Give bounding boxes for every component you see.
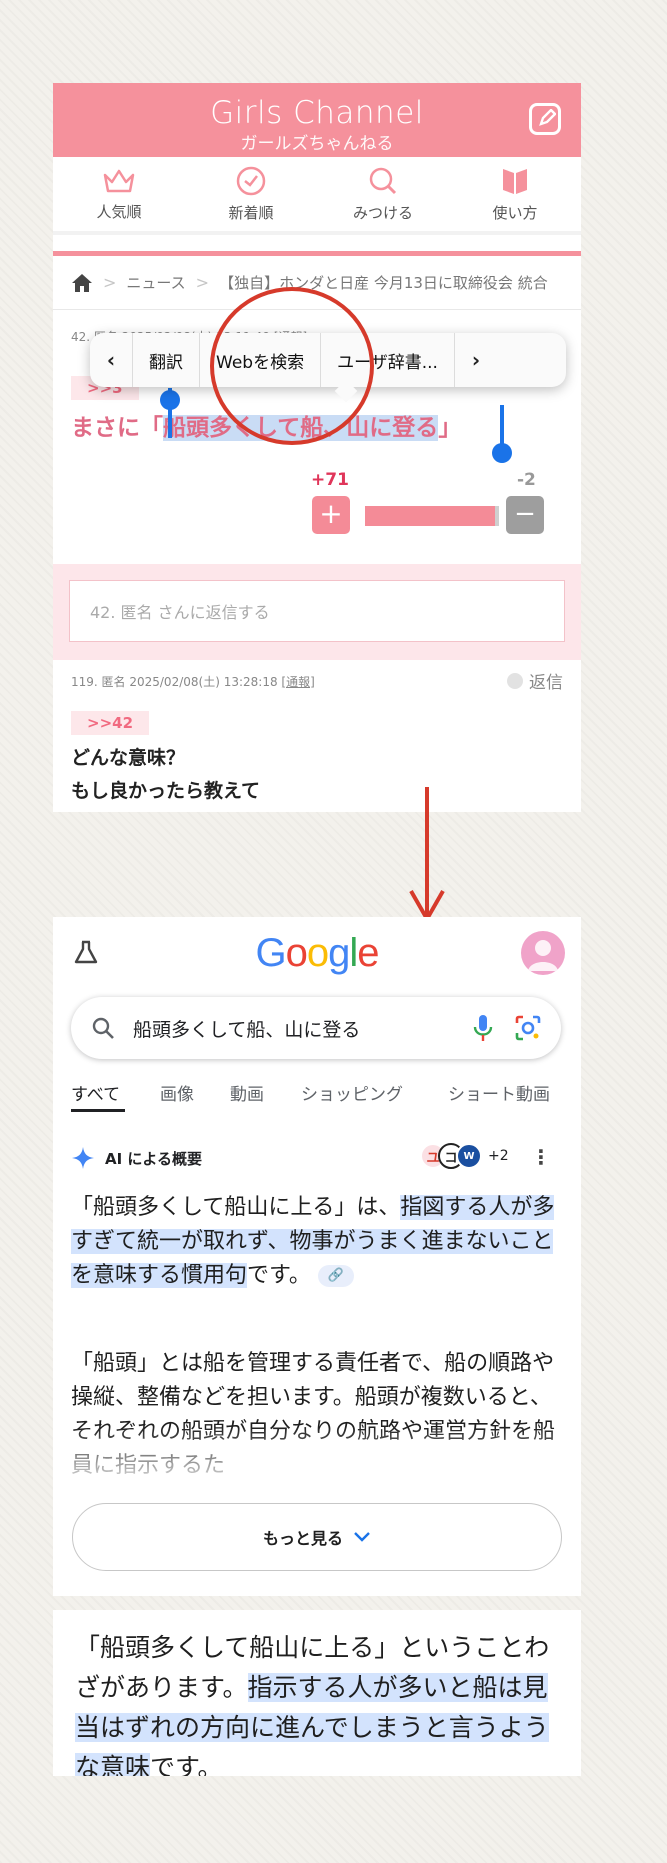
google-logo-letter: o <box>306 931 329 975</box>
book-icon <box>503 168 527 194</box>
google-header: Google <box>53 917 581 997</box>
nav-newest[interactable]: 新着順 <box>185 157 317 231</box>
avatar[interactable] <box>521 931 565 975</box>
crown-icon <box>103 169 135 192</box>
reply-dot-icon <box>507 672 523 689</box>
ai-overview-label: AI による概要 <box>105 1149 202 1168</box>
chevron-right-icon: > <box>195 273 210 292</box>
site-header: Girls Channel ガールズちゃんねる <box>53 83 581 157</box>
link-chip-icon[interactable]: 🔗 <box>317 1265 354 1287</box>
nav-newest-label: 新着順 <box>228 203 274 222</box>
tab-videos[interactable]: 動画 <box>230 1080 264 1105</box>
selection-handle-end-knob[interactable] <box>492 443 512 463</box>
clock-check-icon <box>236 166 266 195</box>
nav-howto[interactable]: 使い方 <box>449 157 581 231</box>
plus-button[interactable]: + <box>312 496 350 534</box>
reply-anchor[interactable]: >>42 <box>71 711 150 735</box>
search-icon <box>92 1017 114 1039</box>
annotation-circle <box>210 287 374 445</box>
plus-count: +71 <box>311 470 349 490</box>
ai-overview-header: AI による概要 <box>71 1146 202 1170</box>
note-text-b: です。 <box>150 1753 223 1776</box>
note-text: 「船頭多くして船山に上る」ということわざがあります。指示する人が多いと船は見当は… <box>75 1628 559 1776</box>
reply-button[interactable]: 返信 <box>507 668 563 693</box>
microphone-icon[interactable] <box>473 1014 493 1042</box>
summary-text-end: です。 <box>247 1263 311 1288</box>
google-logo-letter: g <box>328 931 350 975</box>
ai-sources[interactable]: ユ コ W +2 <box>420 1143 509 1169</box>
minus-button[interactable]: − <box>506 496 544 534</box>
menu-next-button[interactable]: › <box>455 348 497 372</box>
comment-text-suffix: 」 <box>438 415 462 441</box>
summary-text: 「船頭多くして船山に上る」は、 <box>71 1195 401 1220</box>
google-lens-icon[interactable] <box>515 1015 541 1041</box>
reply-label: 返信 <box>529 673 563 693</box>
plus-sign: + <box>319 497 343 530</box>
site-logo-sub: ガールズちゃんねる <box>240 134 394 154</box>
girls-channel-screen: Girls Channel ガールズちゃんねる 人気順 新着順 みつける 使い方… <box>53 83 581 812</box>
nav-popular[interactable]: 人気順 <box>53 157 185 231</box>
menu-translate[interactable]: 翻訳 <box>133 348 199 373</box>
show-more-button[interactable]: もっと見る <box>72 1503 562 1571</box>
ai-summary-paragraph: 「船頭多くして船山に上る」は、指図する人が多すぎて統一が取れず、物事がうまく進ま… <box>71 1191 565 1293</box>
search-icon <box>369 167 397 194</box>
google-logo[interactable]: Google <box>53 931 581 976</box>
tab-all[interactable]: すべて <box>71 1080 120 1105</box>
tab-shopping[interactable]: ショッピング <box>301 1080 403 1105</box>
category-nav: 人気順 新着順 みつける 使い方 <box>53 157 581 235</box>
tab-images[interactable]: 画像 <box>160 1080 194 1105</box>
report-link[interactable]: [通報] <box>281 675 314 689</box>
active-tab-indicator <box>71 1109 125 1112</box>
selection-handle-end[interactable] <box>500 405 504 447</box>
nav-search[interactable]: みつける <box>317 157 449 231</box>
nav-howto-label: 使い方 <box>492 203 538 222</box>
compose-icon[interactable] <box>529 103 561 135</box>
breadcrumb-news[interactable]: ニュース <box>126 272 185 293</box>
arrow-down-icon <box>409 787 445 924</box>
chevron-right-icon: > <box>103 273 117 292</box>
google-logo-letter: e <box>357 931 379 975</box>
sparkle-icon <box>72 1147 94 1169</box>
text-fade <box>53 1427 581 1507</box>
search-input[interactable]: 船頭多くして船、山に登る <box>133 1015 473 1042</box>
minus-sign: − <box>514 499 536 529</box>
selection-handle-start-knob[interactable] <box>160 390 180 410</box>
vote-ratio-fill <box>365 506 495 526</box>
comment-meta: 119. 匿名 2025/02/08(土) 13:28:18 [通報] <box>71 673 315 690</box>
reply-form: 42. 匿名 さんに返信する <box>53 564 581 660</box>
google-logo-letter: G <box>255 931 286 975</box>
comment-text-prefix: まさに「 <box>71 415 163 441</box>
source-favicon: W <box>456 1143 482 1169</box>
nav-popular-label: 人気順 <box>96 202 142 221</box>
comment-line-1: どんな意味？ <box>71 747 186 769</box>
explanation-note: 「船頭多くして船山に上る」ということわざがあります。指示する人が多いと船は見当は… <box>53 1610 581 1776</box>
reply-input[interactable]: 42. 匿名 さんに返信する <box>69 580 565 642</box>
more-options-icon[interactable]: ⋮ <box>531 1145 551 1169</box>
site-logo[interactable]: Girls Channel <box>53 95 581 131</box>
tab-short-videos[interactable]: ショート動画 <box>448 1080 550 1105</box>
nav-search-label: みつける <box>352 203 413 222</box>
search-box[interactable]: 船頭多くして船、山に登る <box>71 997 561 1059</box>
show-more-label: もっと見る <box>262 1529 343 1548</box>
home-icon[interactable] <box>71 273 93 293</box>
vote-ratio-bar <box>365 506 499 526</box>
minus-count: -2 <box>517 470 536 490</box>
comment-meta-text: 119. 匿名 2025/02/08(土) 13:28:18 <box>71 675 278 689</box>
comment-line-2: もし良かったら教えて <box>71 780 261 802</box>
google-results-screen: Google 船頭多くして船、山に登る すべて 画像 動画 ショッピング ショー… <box>53 917 581 1596</box>
chevron-down-icon <box>354 1532 370 1542</box>
google-logo-letter: o <box>285 931 308 975</box>
more-sources-count: +2 <box>488 1148 509 1164</box>
menu-prev-button[interactable]: ‹ <box>90 348 132 372</box>
